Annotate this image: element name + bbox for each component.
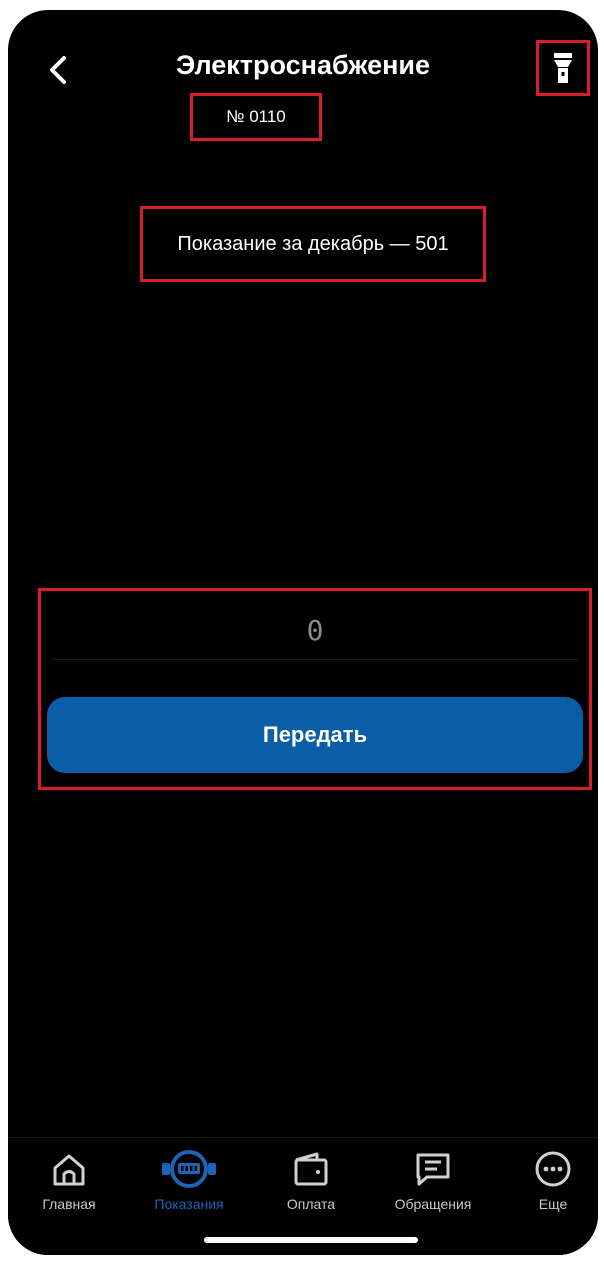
more-icon	[535, 1151, 571, 1187]
tab-label: Оплата	[286, 1196, 336, 1212]
page-title: Электроснабжение	[175, 50, 431, 80]
meter-icon	[162, 1150, 216, 1188]
last-reading: Показание за декабрь — 501	[140, 206, 486, 282]
last-reading-text: Показание за декабрь — 501	[177, 232, 449, 255]
tab-label: Еще	[538, 1196, 568, 1212]
flashlight-button[interactable]	[536, 40, 590, 96]
reading-input[interactable]: 0	[51, 601, 579, 660]
tab-more[interactable]: Еще	[494, 1138, 598, 1238]
meter-number-text: № 0110	[226, 107, 286, 126]
tab-payment[interactable]: Оплата	[252, 1138, 370, 1238]
submit-reading-area: 0 Передать	[38, 588, 592, 790]
submit-button[interactable]: Передать	[47, 697, 583, 773]
tab-label: Главная	[42, 1196, 96, 1212]
home-icon	[53, 1154, 85, 1186]
home-indicator	[204, 1237, 418, 1243]
tab-readings[interactable]: Показания	[130, 1138, 248, 1238]
tab-home[interactable]: Главная	[10, 1138, 128, 1238]
wallet-icon	[294, 1152, 328, 1186]
tab-requests[interactable]: Обращения	[374, 1138, 492, 1238]
phone-screen: Электроснабжение № 0110 Показание за дек…	[8, 10, 598, 1255]
meter-number: № 0110	[190, 93, 322, 141]
tab-label: Обращения	[394, 1196, 472, 1212]
flashlight-icon	[554, 53, 572, 83]
tab-label: Показания	[154, 1196, 224, 1212]
chat-icon	[416, 1153, 450, 1186]
